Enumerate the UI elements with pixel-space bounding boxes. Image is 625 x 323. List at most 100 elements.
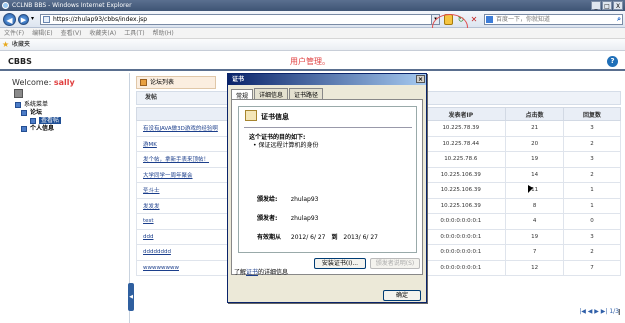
menu-bar: 文件(F) 编辑(E) 查看(V) 收藏夹(A) 工具(T) 帮助(H) <box>0 28 625 39</box>
menu-tools[interactable]: 工具(T) <box>124 28 144 38</box>
tree-item-personal-info[interactable]: 个人信息 <box>15 125 61 133</box>
issued-to-label: 颁发给: <box>257 196 278 203</box>
help-icon[interactable]: ? <box>607 56 618 67</box>
post-clicks: 14 <box>505 166 565 183</box>
post-replies: 1 <box>563 182 621 199</box>
search-provider-icon <box>486 16 493 23</box>
sidebar-collapse-handle[interactable]: ◀ <box>128 283 134 311</box>
post-ip: 0:0:0:0:0:0:0:1 <box>415 213 507 230</box>
address-toolbar: ◀ ▶ ▾ https://zhulap93/cbbs/index.jsp ▾ … <box>0 11 625 40</box>
valid-from: 2012/ 6/ 27 <box>290 234 326 241</box>
tree-item-system-menu[interactable]: 系统菜单 <box>15 101 61 109</box>
post-clicks: 19 <box>505 151 565 168</box>
column-replies[interactable]: 回复数 <box>563 107 621 121</box>
post-replies: 2 <box>563 166 621 183</box>
tab-forum-label: 论坛列表 <box>150 79 175 86</box>
favorites-star-icon[interactable]: ★ <box>2 41 10 49</box>
post-clicks: 19 <box>505 228 565 245</box>
post-ip: 10.225.78.44 <box>415 135 507 152</box>
close-button[interactable]: X <box>613 1 623 10</box>
back-arrow-icon[interactable]: ◀ <box>3 13 16 26</box>
post-clicks: 11 <box>505 182 565 199</box>
menu-file[interactable]: 文件(F) <box>4 28 24 38</box>
brand-title: CBBS <box>8 57 32 66</box>
search-placeholder: 百度一下，你就知道 <box>496 16 551 23</box>
favorites-label[interactable]: 收藏夹 <box>12 41 30 48</box>
address-input[interactable]: https://zhulap93/cbbs/index.jsp ▾ <box>40 14 440 25</box>
stop-icon[interactable]: ✕ <box>469 14 479 25</box>
menu-edit[interactable]: 编辑(E) <box>32 28 52 38</box>
divider <box>244 127 412 128</box>
page-icon <box>43 16 50 23</box>
welcome-text: Welcome: sally <box>12 78 75 87</box>
post-replies: 2 <box>563 244 621 261</box>
tree-item-forum[interactable]: 论坛 <box>15 109 61 117</box>
dialog-close-icon[interactable]: × <box>416 75 425 83</box>
post-replies: 3 <box>563 151 621 168</box>
install-certificate-button[interactable]: 安装证书(I)... <box>314 258 366 269</box>
tree-item-label: 查看帖 <box>39 117 62 124</box>
learn-certificate-link[interactable]: 证书 <box>246 269 258 276</box>
home-icon[interactable] <box>14 89 23 98</box>
purpose-item: • 保证远程计算机的身份 <box>253 142 319 149</box>
menu-favorites[interactable]: 收藏夹(A) <box>89 28 116 38</box>
post-ip: 10.225.78.6 <box>415 151 507 168</box>
history-dropdown-icon[interactable]: ▾ <box>31 15 34 22</box>
menu-view[interactable]: 查看(V) <box>61 28 82 38</box>
valid-to: 2013/ 6/ 27 <box>343 234 378 241</box>
tab-forum-list[interactable]: 论坛列表 <box>136 76 216 89</box>
window-titlebar: CCLNB BBS - Windows Internet Explorer _ … <box>0 0 625 11</box>
text-cursor-icon: I <box>618 308 621 317</box>
dialog-titlebar: 证书 × <box>228 74 426 85</box>
post-replies: 3 <box>563 120 621 137</box>
username: sally <box>53 78 75 87</box>
valid-to-label: 到 <box>331 234 338 241</box>
post-clicks: 21 <box>505 120 565 137</box>
search-icon[interactable]: ⌕ <box>617 15 621 24</box>
window-title: CCLNB BBS - Windows Internet Explorer <box>12 2 132 9</box>
post-clicks: 20 <box>505 135 565 152</box>
learn-suffix: 的详细信息 <box>258 269 289 276</box>
column-clicks[interactable]: 点击数 <box>505 107 565 121</box>
page-icon <box>30 118 36 124</box>
favorites-bar: ★ 收藏夹 <box>0 39 625 51</box>
certificate-icon <box>245 110 257 121</box>
post-clicks: 4 <box>505 213 565 230</box>
valid-label: 有效期从 <box>257 234 282 241</box>
certificate-info-box: 证书信息 这个证书的目的如下: • 保证远程计算机的身份 颁发给: zhulap… <box>238 106 417 253</box>
issued-by-value: zhulap93 <box>290 215 319 222</box>
welcome-label: Welcome: <box>12 78 52 87</box>
tree-item-view-posts[interactable]: 查看帖 <box>15 117 62 125</box>
dialog-panel: 证书信息 这个证书的目的如下: • 保证远程计算机的身份 颁发给: zhulap… <box>231 99 423 275</box>
issued-by-row: 颁发者: zhulap93 <box>257 213 318 222</box>
post-ip: 0:0:0:0:0:0:0:1 <box>415 259 507 276</box>
page-icon <box>21 126 27 132</box>
post-clicks: 12 <box>505 259 565 276</box>
folder-icon <box>15 102 21 108</box>
post-ip: 10.225.106.39 <box>415 182 507 199</box>
learn-prefix: 了解 <box>234 269 247 276</box>
post-replies: 1 <box>563 197 621 214</box>
menu-help[interactable]: 帮助(H) <box>153 28 174 38</box>
post-clicks: 7 <box>505 244 565 261</box>
issued-by-label: 颁发者: <box>257 215 278 222</box>
post-replies: 3 <box>563 228 621 245</box>
forward-arrow-icon[interactable]: ▶ <box>18 14 29 25</box>
search-input[interactable]: 百度一下，你就知道 ⌕ <box>484 14 623 25</box>
validity-row: 有效期从 2012/ 6/ 27 到 2013/ 6/ 27 <box>257 232 378 241</box>
admin-link[interactable]: 用户管理。 <box>290 56 330 67</box>
ie-icon <box>2 2 9 9</box>
post-ip: 10.225.78.39 <box>415 120 507 137</box>
maximize-button[interactable]: □ <box>602 1 612 10</box>
window-controls: _ □ X <box>591 1 623 10</box>
post-clicks: 8 <box>505 197 565 214</box>
learn-more: 了解证书的详细信息 <box>234 267 288 276</box>
column-ip[interactable]: 发表者IP <box>415 107 507 121</box>
mouse-cursor-icon <box>528 185 533 193</box>
pagination[interactable]: |◀ ◀ ▶ ▶| 1/3 <box>579 308 619 315</box>
post-ip: 10.225.106.39 <box>415 197 507 214</box>
certificate-dialog: 证书 × 常规 详细信息 证书路径 证书信息 这个证书的目的如下: • 保证远程… <box>227 73 427 303</box>
forum-icon <box>140 79 147 86</box>
ok-button[interactable]: 确定 <box>383 290 421 301</box>
minimize-button[interactable]: _ <box>591 1 601 10</box>
